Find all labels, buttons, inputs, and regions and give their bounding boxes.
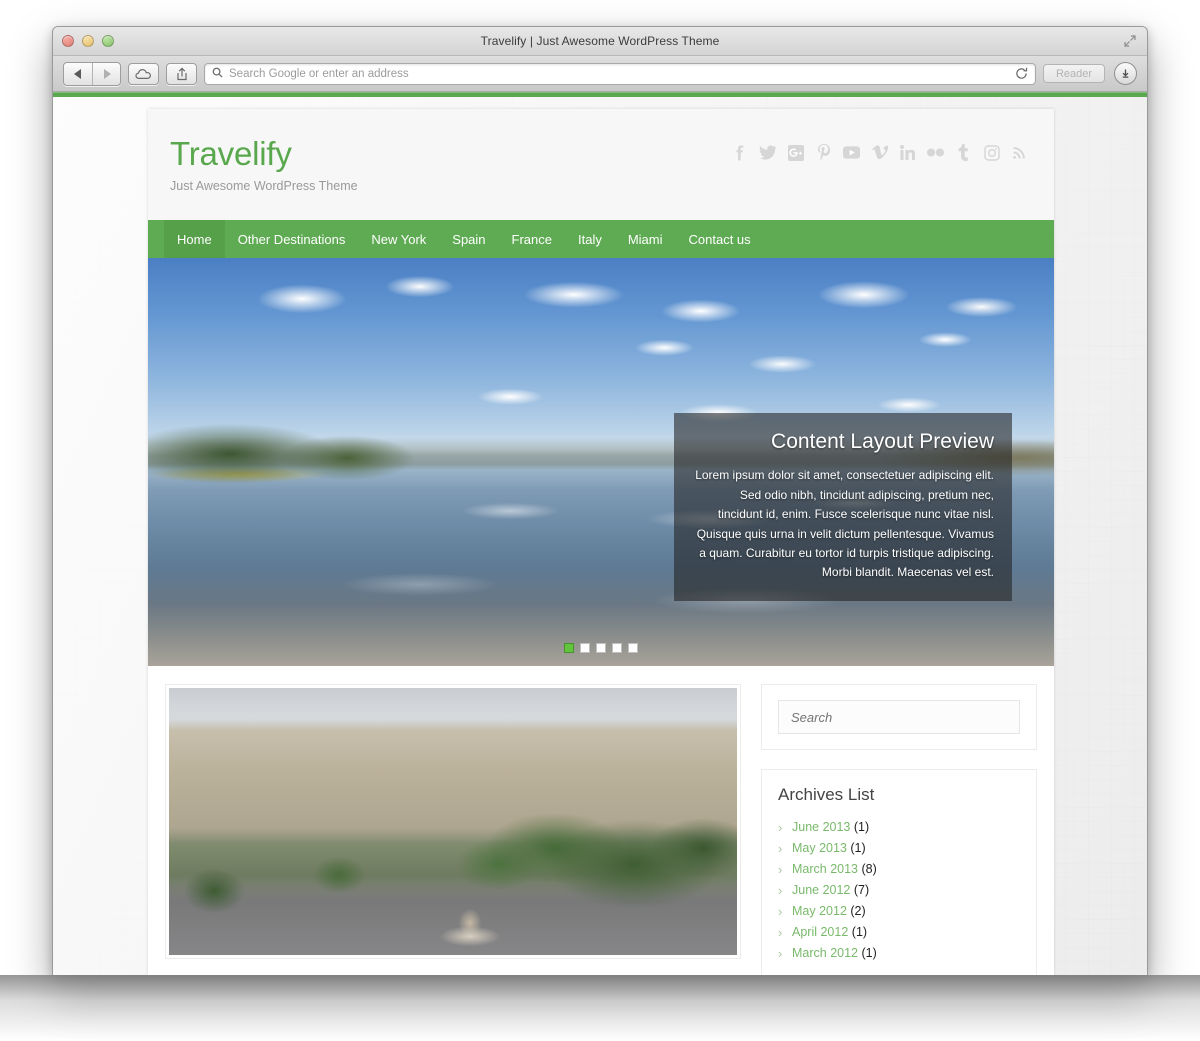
nav-item-new-york[interactable]: New York [358, 220, 439, 258]
slider-dot-4[interactable] [612, 643, 622, 653]
main-column [165, 684, 741, 975]
slide-caption-title: Content Layout Preview [771, 430, 994, 453]
flickr-icon[interactable] [927, 143, 944, 162]
archives-widget-title: Archives List [778, 785, 875, 804]
archive-link[interactable]: April 2012 [792, 925, 848, 939]
address-bar[interactable]: Search Google or enter an address [204, 62, 1036, 85]
browser-window: Travelify | Just Awesome WordPress Theme [52, 26, 1148, 975]
content-area: Archives List June 2013 (1) May 2013 (1) [148, 666, 1054, 975]
nav-item-italy[interactable]: Italy [565, 220, 615, 258]
list-item[interactable]: May 2012 (2) [778, 900, 1020, 921]
slider-dot-5[interactable] [628, 643, 638, 653]
site-title[interactable]: Travelify [170, 136, 358, 172]
linkedin-icon[interactable] [899, 143, 916, 162]
minimize-window-button[interactable] [82, 35, 94, 47]
rss-icon[interactable] [1011, 143, 1028, 162]
window-controls [62, 35, 114, 47]
slider-pagination [148, 643, 1054, 653]
list-item[interactable]: June 2013 (1) [778, 816, 1020, 837]
archive-count: (1) [861, 945, 877, 960]
archive-link[interactable]: June 2013 [792, 820, 850, 834]
slider-dot-3[interactable] [596, 643, 606, 653]
address-bar-actions [1015, 67, 1028, 80]
archive-count: (2) [850, 903, 866, 918]
archive-link[interactable]: June 2012 [792, 883, 850, 897]
search-icon [212, 65, 223, 83]
nav-item-contact-us[interactable]: Contact us [676, 220, 764, 258]
archive-count: (1) [851, 924, 868, 939]
nav-item-other-destinations[interactable]: Other Destinations [225, 220, 359, 258]
archives-list: June 2013 (1) May 2013 (1) March 2013 (8… [778, 816, 1020, 963]
list-item[interactable]: March 2013 (8) [778, 858, 1020, 879]
post-featured-image[interactable] [169, 688, 737, 955]
archive-link[interactable]: March 2012 [792, 946, 858, 960]
main-navigation: Home Other Destinations New York Spain F… [148, 220, 1054, 258]
window-title: Travelify | Just Awesome WordPress Theme [480, 34, 720, 48]
slide-caption: Content Layout Preview Lorem ipsum dolor… [674, 413, 1012, 601]
reader-button[interactable]: Reader [1043, 64, 1105, 83]
back-button[interactable] [64, 63, 92, 85]
search-input[interactable] [778, 700, 1020, 734]
desktop-background: Travelify | Just Awesome WordPress Theme [0, 0, 1200, 1041]
vimeo-icon[interactable] [871, 143, 888, 162]
browser-titlebar: Travelify | Just Awesome WordPress Theme [53, 27, 1147, 56]
search-widget [761, 684, 1037, 750]
download-button[interactable] [1114, 62, 1137, 85]
page-viewport: Travelify Just Awesome WordPress Theme H… [53, 97, 1147, 975]
archive-count: (7) [853, 882, 870, 897]
fullscreen-icon[interactable] [1123, 34, 1137, 48]
window-drop-shadow [0, 975, 1200, 1041]
archive-link[interactable]: May 2012 [792, 904, 847, 918]
site-container: Travelify Just Awesome WordPress Theme H… [148, 109, 1054, 975]
tumblr-icon[interactable] [955, 143, 972, 162]
navigation-buttons [63, 61, 121, 86]
list-item[interactable]: April 2012 (1) [778, 921, 1020, 942]
icloud-tabs-button[interactable] [128, 62, 159, 85]
reload-icon[interactable] [1015, 67, 1028, 80]
address-input-placeholder: Search Google or enter an address [229, 67, 409, 80]
instagram-icon[interactable] [983, 143, 1000, 162]
featured-slider: Content Layout Preview Lorem ipsum dolor… [148, 258, 1054, 666]
site-branding: Travelify Just Awesome WordPress Theme [170, 136, 358, 193]
twitter-icon[interactable] [759, 143, 776, 162]
forward-button[interactable] [92, 62, 120, 85]
sidebar: Archives List June 2013 (1) May 2013 (1) [761, 684, 1037, 975]
nav-item-spain[interactable]: Spain [439, 220, 498, 258]
archive-count: (8) [861, 861, 877, 876]
site-tagline: Just Awesome WordPress Theme [170, 178, 358, 193]
browser-toolbar: Search Google or enter an address Reader [53, 56, 1147, 92]
archives-widget: Archives List June 2013 (1) May 2013 (1) [761, 769, 1037, 975]
social-links [731, 137, 1028, 162]
share-button[interactable] [166, 62, 197, 85]
maximize-window-button[interactable] [102, 35, 114, 47]
close-window-button[interactable] [62, 35, 74, 47]
archive-count: (1) [850, 840, 866, 855]
slider-dot-1[interactable] [564, 643, 574, 653]
nav-item-home[interactable]: Home [164, 220, 225, 258]
archive-count: (1) [853, 819, 870, 834]
nav-item-miami[interactable]: Miami [615, 220, 676, 258]
list-item[interactable]: May 2013 (1) [778, 837, 1020, 858]
site-header: Travelify Just Awesome WordPress Theme [148, 109, 1054, 220]
youtube-icon[interactable] [843, 143, 860, 162]
nav-item-france[interactable]: France [499, 220, 565, 258]
list-item[interactable]: March 2012 (1) [778, 942, 1020, 963]
pinterest-icon[interactable] [815, 143, 832, 162]
list-item[interactable]: June 2012 (7) [778, 879, 1020, 900]
slider-dot-2[interactable] [580, 643, 590, 653]
facebook-icon[interactable] [731, 143, 748, 162]
slide-caption-text: Lorem ipsum dolor sit amet, consectetuer… [695, 468, 994, 580]
archive-link[interactable]: March 2013 [792, 862, 858, 876]
google-plus-icon[interactable] [787, 143, 804, 162]
post-card [165, 684, 741, 959]
archive-link[interactable]: May 2013 [792, 841, 847, 855]
